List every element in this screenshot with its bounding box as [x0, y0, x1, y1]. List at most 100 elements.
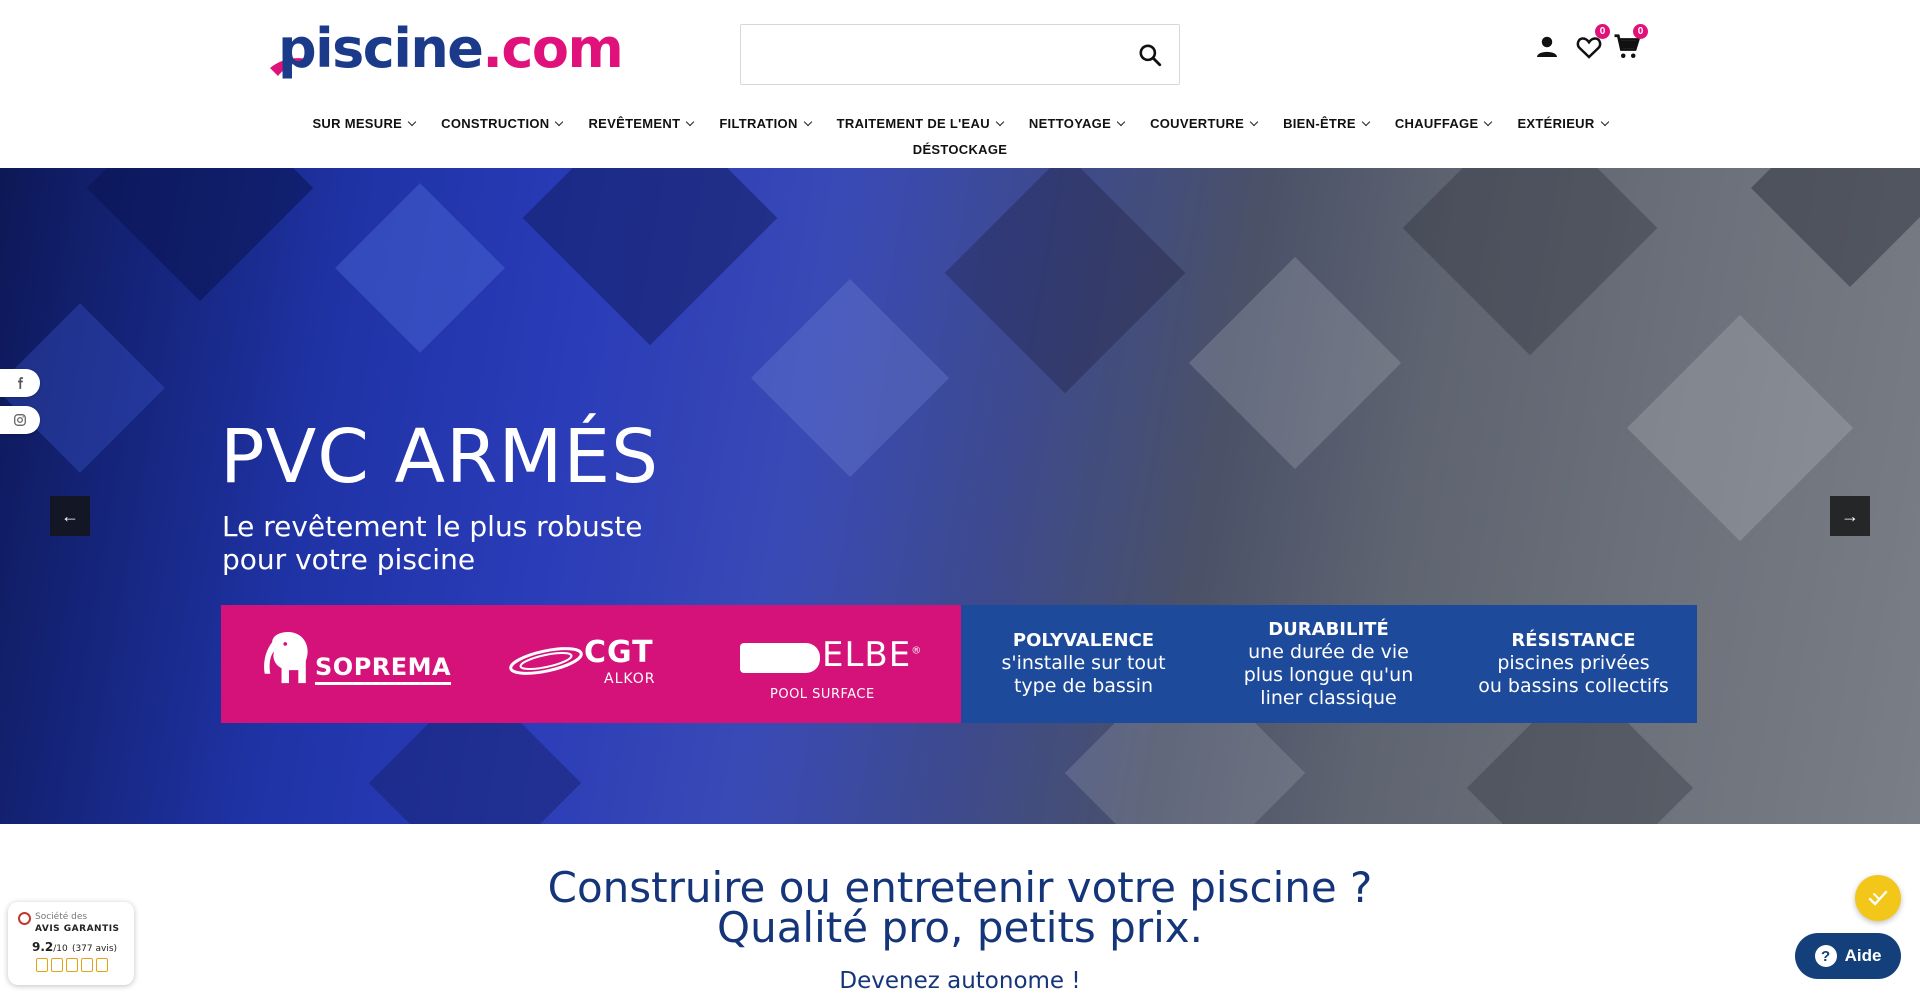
brand-elbe-text: ELBE [822, 635, 912, 675]
chevron-down-icon [1484, 117, 1493, 126]
nav-item-label: CONSTRUCTION [441, 115, 550, 131]
nav-item-exterieur[interactable]: EXTÉRIEUR [1504, 112, 1620, 134]
brand-elbe-registered-mark: ® [911, 645, 923, 657]
facebook-link[interactable] [0, 369, 40, 397]
nav-item-couverture[interactable]: COUVERTURE [1137, 112, 1270, 134]
logo-text-main: piscine [278, 17, 484, 80]
hero-tile [1402, 168, 1658, 356]
nav-item-revetement[interactable]: REVÊTEMENT [575, 112, 706, 134]
instagram-icon [14, 414, 26, 426]
star-icon [36, 958, 48, 972]
nav-item-bien-etre[interactable]: BIEN-ÊTRE [1270, 112, 1382, 134]
elbe-bar-icon [740, 643, 820, 673]
account-button[interactable] [1532, 32, 1562, 62]
wishlist-count-badge: 0 [1595, 24, 1610, 39]
hero-subtitle-line2: pour votre piscine [222, 543, 476, 576]
search-box [740, 24, 1180, 85]
feature-resistance: RÉSISTANCE piscines privées ou bassins c… [1451, 605, 1696, 723]
nav-item-label: REVÊTEMENT [588, 115, 681, 131]
brand-elbe-name: ELBE® [822, 635, 922, 675]
chevron-down-icon [686, 117, 695, 126]
site-logo[interactable]: piscine.com [268, 18, 624, 88]
nav-item-construction[interactable]: CONSTRUCTION [428, 112, 575, 134]
brand-cgt-logo: CGT ALKOR [506, 635, 686, 695]
nav-item-nettoyage[interactable]: NETTOYAGE [1016, 112, 1137, 134]
cart-button[interactable]: 0 [1612, 24, 1648, 62]
nav-item-sur-mesure[interactable]: SUR MESURE [299, 112, 428, 134]
hero-title: PVC ARMÉS [220, 414, 660, 500]
seal-icon [18, 912, 31, 925]
help-button[interactable]: ? Aide [1795, 933, 1901, 979]
carousel-next-button[interactable]: → [1830, 496, 1870, 536]
logo-text-tld: .com [482, 17, 623, 80]
brand-elbe-sub: POOL SURFACE [770, 687, 875, 702]
hero-tile [751, 279, 949, 477]
hero-tile [944, 168, 1186, 394]
feature-line: plus longue qu'un [1243, 663, 1414, 686]
accessibility-button[interactable] [1855, 875, 1901, 921]
nav-item-filtration[interactable]: FILTRATION [706, 112, 823, 134]
hero-tile [1188, 256, 1402, 470]
chevron-down-icon [555, 117, 564, 126]
reviews-score-scale: /10 [53, 944, 68, 954]
nav-item-destockage[interactable]: DÉSTOCKAGE [900, 138, 1021, 160]
hero-tile [335, 183, 505, 353]
brand-elbe-logo: ELBE® POOL SURFACE [740, 635, 921, 703]
nav-item-traitement[interactable]: TRAITEMENT DE L'EAU [824, 112, 1016, 134]
nav-item-label: TRAITEMENT DE L'EAU [836, 115, 990, 131]
reviews-widget-line1: Société des [35, 912, 88, 922]
logo-text: piscine.com [278, 17, 624, 80]
feature-line: type de bassin [1013, 675, 1154, 697]
feature-line: piscines privées [1497, 652, 1650, 674]
brands-band: SOPREMA CGT ALKOR ELBE® POOL SURFACE [221, 605, 961, 723]
reviews-score: 9.2/10 (377 avis) [32, 940, 117, 954]
brand-soprema-logo: SOPREMA [261, 627, 452, 697]
nav-item-label: CHAUFFAGE [1394, 115, 1479, 131]
feature-title: POLYVALENCE [1012, 630, 1155, 651]
hero-subtitle-line1: Le revêtement le plus robuste [222, 510, 643, 543]
nav-item-label: DÉSTOCKAGE [912, 141, 1008, 157]
cgt-swirl-icon [509, 647, 583, 675]
main-nav: SUR MESURE CONSTRUCTION REVÊTEMENT FILTR… [0, 112, 1920, 160]
star-icon [51, 958, 63, 972]
instagram-link[interactable] [0, 406, 40, 434]
reviews-score-value: 9.2 [32, 940, 54, 954]
brand-cgt-sub: ALKOR [604, 671, 656, 687]
chevron-down-icon [1361, 117, 1371, 126]
nav-item-label: NETTOYAGE [1028, 115, 1112, 131]
arrow-right-icon: → [1841, 505, 1859, 526]
nav-item-label: SUR MESURE [312, 115, 403, 131]
chevron-down-icon [995, 117, 1005, 126]
hero-tile [86, 168, 314, 302]
elephant-icon [264, 631, 308, 684]
facebook-icon [17, 377, 23, 389]
features-band: POLYVALENCE s'installe sur tout type de … [961, 605, 1697, 723]
check-icon [1868, 890, 1888, 906]
user-icon [1537, 36, 1557, 57]
hero-subtitle: Le revêtement le plus robuste pour votre… [222, 510, 643, 576]
chevron-down-icon [1249, 117, 1259, 126]
reviews-widget[interactable]: Société des AVIS GARANTIS 9.2/10 (377 av… [8, 902, 134, 985]
search-icon[interactable] [1137, 42, 1163, 68]
carousel-prev-button[interactable]: ← [50, 496, 90, 536]
feature-polyvalence: POLYVALENCE s'installe sur tout type de … [961, 605, 1206, 723]
nav-item-chauffage[interactable]: CHAUFFAGE [1382, 112, 1505, 134]
chevron-down-icon [1116, 117, 1126, 126]
search-input[interactable] [753, 37, 1113, 73]
hero-tile [1626, 314, 1854, 542]
star-icon [66, 958, 78, 972]
site-header: piscine.com 0 0 SUR MESURE CONSTRUCTION … [0, 0, 1920, 168]
cart-count-badge: 0 [1633, 24, 1648, 39]
nav-item-label: EXTÉRIEUR [1517, 115, 1595, 131]
chevron-down-icon [1600, 117, 1609, 126]
hero-banner[interactable]: PVC ARMÉS Le revêtement le plus robuste … [0, 168, 1920, 824]
feature-line: s'installe sur tout [1001, 652, 1166, 674]
nav-item-label: BIEN-ÊTRE [1283, 115, 1356, 131]
help-icon: ? [1814, 945, 1837, 967]
hero-tile [522, 168, 778, 346]
feature-title: RÉSISTANCE [1511, 630, 1636, 651]
feature-durabilite: DURABILITÉ une durée de vie plus longue … [1206, 605, 1451, 723]
star-icon [81, 958, 93, 972]
wishlist-button[interactable]: 0 [1574, 24, 1610, 62]
feature-line: liner classique [1260, 686, 1397, 709]
